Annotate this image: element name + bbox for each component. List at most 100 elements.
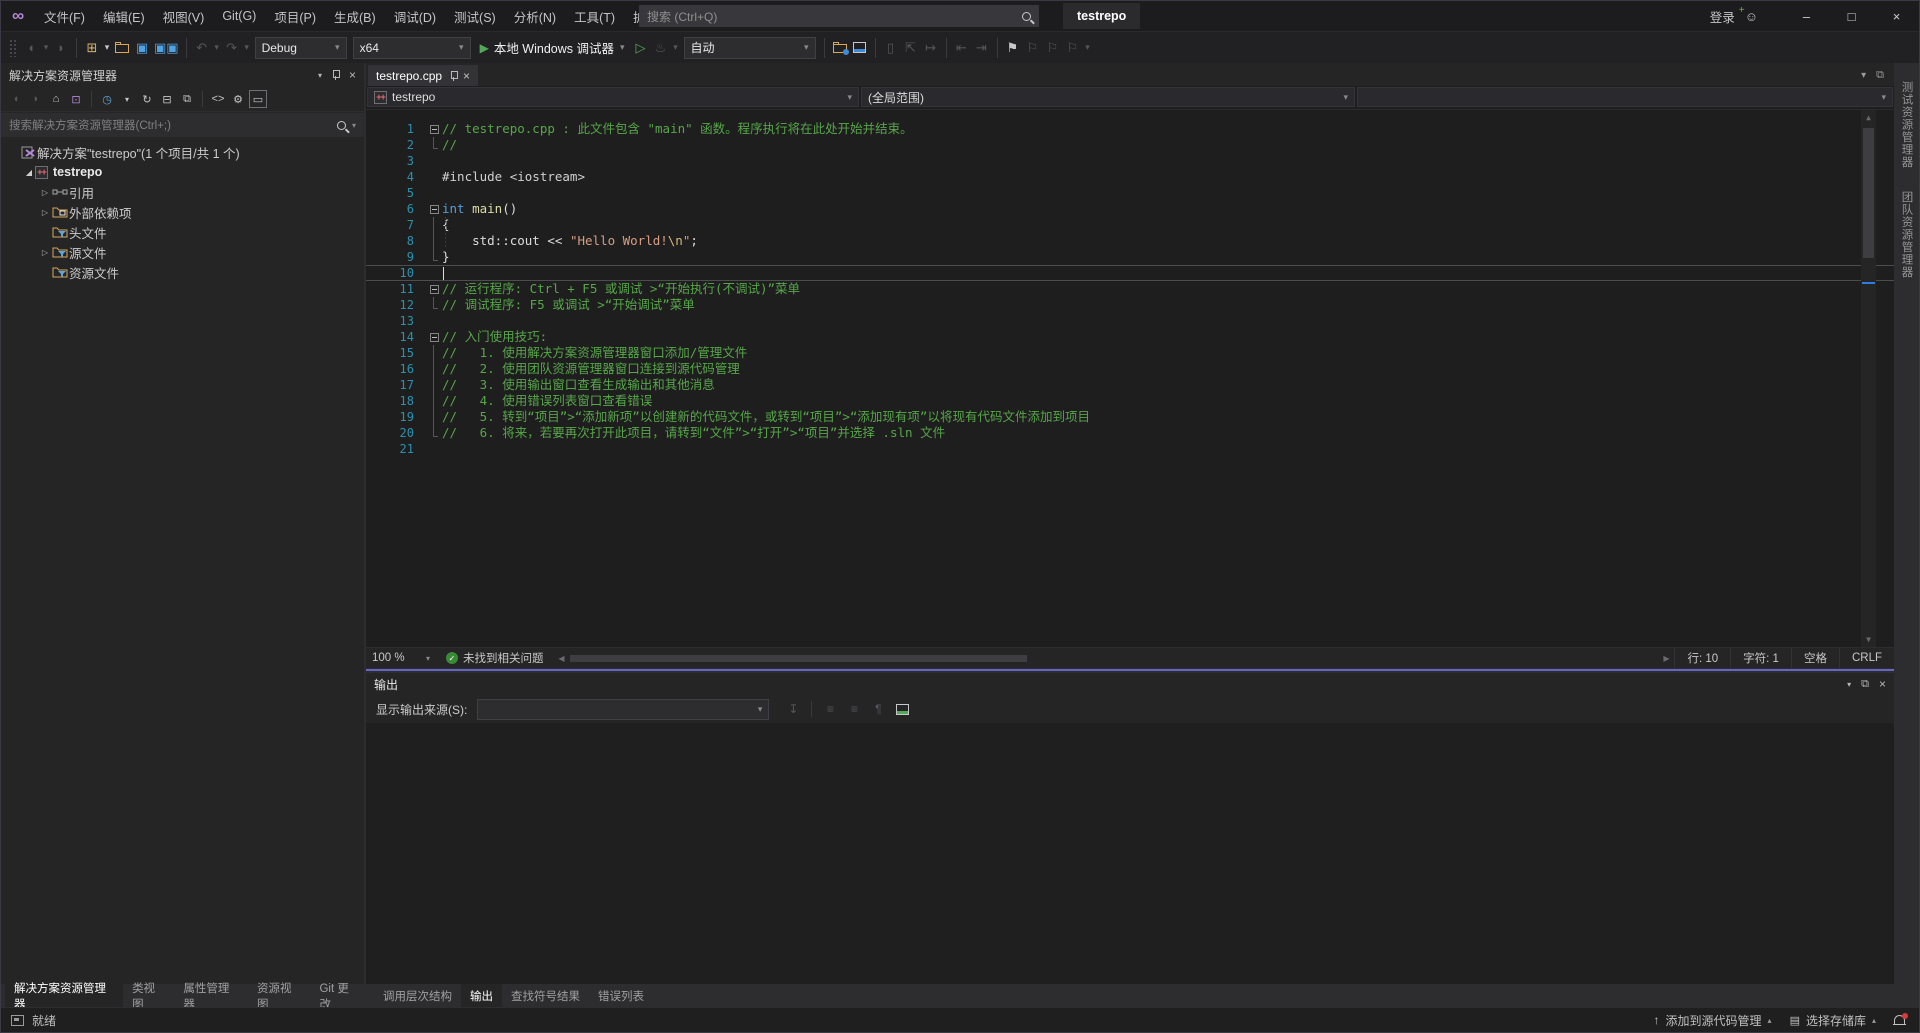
left-dock-tab-1[interactable]: 类视图 xyxy=(123,984,174,1007)
collapse-all-icon[interactable]: ⊟ xyxy=(158,90,176,108)
tree-item-4[interactable]: 头文件 xyxy=(1,222,364,242)
scroll-up-icon[interactable]: ▲ xyxy=(1861,110,1876,125)
close-tab-icon[interactable]: × xyxy=(463,69,470,83)
cursor-line-indicator[interactable]: 行: 10 xyxy=(1674,648,1730,668)
fold-box-icon[interactable] xyxy=(430,333,439,342)
quick-search-box[interactable]: 搜索 (Ctrl+Q) xyxy=(639,5,1039,27)
code-line-14[interactable]: 14// 入门使用技巧: xyxy=(366,329,1894,345)
collapse-arrow-icon[interactable]: ◢ xyxy=(23,168,35,177)
pin-icon[interactable] xyxy=(332,70,339,80)
code-line-3[interactable]: 3 xyxy=(366,153,1894,169)
tree-item-6[interactable]: 资源文件 xyxy=(1,262,364,282)
undo-icon[interactable]: ↶ xyxy=(192,37,212,59)
back-icon[interactable]: ◖ xyxy=(7,90,25,108)
maximize-panel-icon[interactable]: ⧉ xyxy=(1861,678,1869,691)
menu-item-7[interactable]: 测试(S) xyxy=(445,1,505,31)
bottom-dock-tab-1[interactable]: 输出 xyxy=(461,984,502,1007)
forward-icon[interactable]: ◗ xyxy=(27,90,45,108)
expand-arrow-icon[interactable]: ▷ xyxy=(39,188,51,197)
close-icon[interactable]: × xyxy=(1879,677,1886,691)
home-icon[interactable]: ⌂ xyxy=(47,90,65,108)
cursor-column-indicator[interactable]: 字符: 1 xyxy=(1730,648,1791,668)
expand-arrow-icon[interactable]: ▷ xyxy=(39,248,51,257)
next-bookmark-icon[interactable]: ⚐ xyxy=(1043,37,1063,59)
active-files-dropdown-icon[interactable]: ▾ xyxy=(1861,70,1866,81)
code-line-1[interactable]: 1// testrepo.cpp : 此文件包含 "main" 函数。程序执行将… xyxy=(366,121,1894,137)
right-auto-hide-tab-1[interactable]: 团队资源管理器 xyxy=(1899,191,1915,279)
user-account-icon[interactable]: +☺ xyxy=(1745,9,1758,24)
start-debugging-button[interactable]: ▶ 本地 Windows 调试器 ▾ xyxy=(474,36,631,60)
output-source-combobox[interactable]: ▾ xyxy=(477,699,769,720)
menu-item-6[interactable]: 调试(D) xyxy=(385,1,445,31)
scroll-down-icon[interactable]: ▼ xyxy=(1861,632,1876,647)
menu-item-2[interactable]: 视图(V) xyxy=(154,1,214,31)
save-all-icon[interactable]: ▣▣ xyxy=(152,37,181,59)
spaces-indicator[interactable]: 空格 xyxy=(1791,648,1839,668)
menu-item-3[interactable]: Git(G) xyxy=(213,1,265,31)
code-view-icon[interactable]: <> xyxy=(209,90,227,108)
hot-reload-dropdown[interactable]: ▾ xyxy=(671,37,681,59)
vertical-scrollbar[interactable]: ▲ ▼ xyxy=(1861,110,1876,647)
menu-item-4[interactable]: 项目(P) xyxy=(265,1,325,31)
breakpoint-margin[interactable] xyxy=(366,409,386,425)
bottom-dock-tab-0[interactable]: 调用层次结构 xyxy=(374,984,461,1007)
code-line-4[interactable]: 4#include <iostream> xyxy=(366,169,1894,185)
sign-in-button[interactable]: 登录 xyxy=(1710,7,1735,26)
menu-item-1[interactable]: 编辑(E) xyxy=(94,1,154,31)
member-scope-combobox[interactable]: ▾ xyxy=(1357,87,1893,107)
code-line-8[interactable]: 8 std::cout << "Hello World!\n"; xyxy=(366,233,1894,249)
filter-dropdown-icon[interactable]: ▾ xyxy=(118,90,136,108)
hot-reload-mode-combobox[interactable]: 自动 ▾ xyxy=(684,37,816,59)
menu-item-5[interactable]: 生成(B) xyxy=(325,1,385,31)
breakpoint-margin[interactable] xyxy=(366,281,386,297)
code-line-2[interactable]: 2// xyxy=(366,137,1894,153)
clear-all-icon[interactable]: ¶ xyxy=(868,699,888,719)
decrease-indent-icon[interactable]: ⇤ xyxy=(952,37,972,59)
minimize-button[interactable]: – xyxy=(1784,1,1829,31)
horizontal-scrollbar[interactable]: ◀ ▶ xyxy=(554,648,1675,668)
properties-window-icon[interactable] xyxy=(850,37,870,59)
find-in-files-icon[interactable]: ▯ xyxy=(881,37,901,59)
redo-icon[interactable]: ↷ xyxy=(222,37,242,59)
window-position-icon[interactable]: ▾ xyxy=(1847,680,1851,689)
right-auto-hide-tab-0[interactable]: 测试资源管理器 xyxy=(1899,81,1915,169)
fold-collapse-icon[interactable] xyxy=(426,201,442,217)
breakpoint-margin[interactable] xyxy=(366,345,386,361)
scrollbar-thumb[interactable] xyxy=(1863,128,1874,258)
hscrollbar-thumb[interactable] xyxy=(570,655,1027,662)
line-ending-indicator[interactable]: CRLF xyxy=(1839,648,1894,668)
open-file-icon[interactable] xyxy=(112,37,132,59)
breakpoint-margin[interactable] xyxy=(366,217,386,233)
bottom-dock-tab-3[interactable]: 错误列表 xyxy=(589,984,653,1007)
breakpoint-margin[interactable] xyxy=(366,121,386,137)
tree-item-0[interactable]: 解决方案"testrepo"(1 个项目/共 1 个) xyxy=(1,142,364,162)
save-icon[interactable]: ▣ xyxy=(132,37,152,59)
next-message-icon[interactable]: ≡ xyxy=(844,699,864,719)
fold-collapse-icon[interactable] xyxy=(426,121,442,137)
search-options-dropdown[interactable]: ▾ xyxy=(352,121,356,130)
preview-selected-items-icon[interactable]: ▭ xyxy=(249,90,267,108)
code-line-12[interactable]: 12// 调试程序: F5 或调试 >“开始调试”菜单 xyxy=(366,297,1894,313)
close-button[interactable]: × xyxy=(1874,1,1919,31)
platform-combobox[interactable]: x64 ▾ xyxy=(353,37,471,59)
breakpoint-margin[interactable] xyxy=(366,169,386,185)
configuration-combobox[interactable]: Debug ▾ xyxy=(255,37,347,59)
code-line-15[interactable]: 15// 1. 使用解决方案资源管理器窗口添加/管理文件 xyxy=(366,345,1894,361)
clear-bookmarks-icon[interactable]: ⚐ xyxy=(1063,37,1083,59)
navigate-back-dropdown[interactable]: ▾ xyxy=(41,37,51,59)
toggle-bookmark-icon[interactable]: ⚑ xyxy=(1003,37,1023,59)
go-to-message-icon[interactable]: ↧ xyxy=(783,699,803,719)
breakpoint-margin[interactable] xyxy=(366,137,386,153)
tree-item-3[interactable]: ▷外部依赖项 xyxy=(1,202,364,222)
breakpoint-margin[interactable] xyxy=(366,249,386,265)
dock-splitter[interactable] xyxy=(366,668,1894,673)
float-window-icon[interactable]: ⧉ xyxy=(1876,69,1884,82)
menu-item-9[interactable]: 工具(T) xyxy=(565,1,624,31)
menu-item-0[interactable]: 文件(F) xyxy=(35,1,94,31)
undo-dropdown[interactable]: ▾ xyxy=(212,37,222,59)
code-line-13[interactable]: 13 xyxy=(366,313,1894,329)
bottom-dock-tab-2[interactable]: 查找符号结果 xyxy=(502,984,589,1007)
previous-bookmark-icon[interactable]: ⚐ xyxy=(1023,37,1043,59)
fold-box-icon[interactable] xyxy=(430,125,439,134)
breakpoint-margin[interactable] xyxy=(366,201,386,217)
